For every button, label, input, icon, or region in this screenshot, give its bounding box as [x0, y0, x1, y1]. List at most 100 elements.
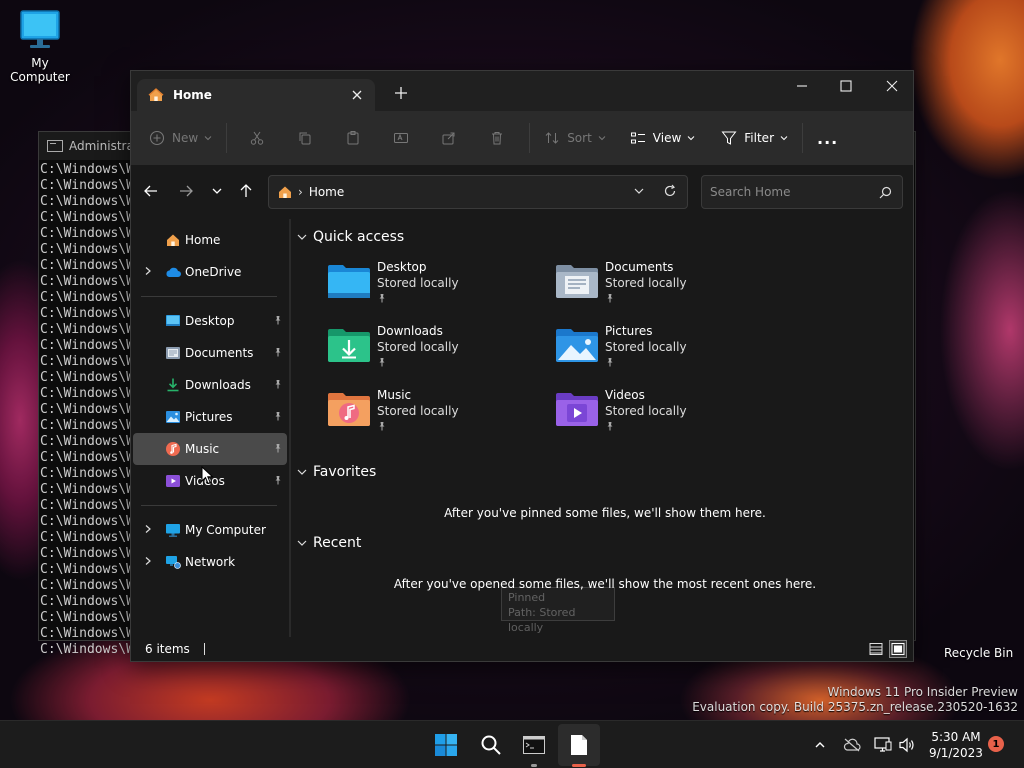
share-button[interactable]	[433, 122, 465, 154]
breadcrumb-home[interactable]: Home	[309, 185, 344, 199]
close-tab-icon[interactable]	[349, 87, 365, 103]
taskbar: 5:30 AM 9/1/2023 1	[0, 720, 1024, 768]
favorites-header[interactable]: Favorites	[297, 464, 376, 480]
tooltip-line-2: Path: Stored locally	[508, 606, 576, 634]
new-button[interactable]: New	[149, 122, 212, 154]
quick-access-item-music[interactable]: Music Stored locally	[297, 387, 507, 443]
recent-header[interactable]: Recent	[297, 535, 361, 551]
pin-icon[interactable]	[273, 379, 283, 389]
quick-access-item-pictures[interactable]: Pictures Stored locally	[525, 323, 735, 379]
nav-divider	[141, 296, 277, 297]
tab-home-label: Home	[173, 88, 212, 102]
breadcrumb-separator-icon[interactable]: ›	[298, 185, 303, 199]
desktop-my-computer-label: My Computer	[10, 56, 70, 84]
address-dropdown-icon[interactable]	[633, 185, 645, 197]
nav-item-pictures[interactable]: Pictures	[133, 401, 287, 433]
nav-item-downloads[interactable]: Downloads	[133, 369, 287, 401]
nav-item-onedrive-label: OneDrive	[185, 265, 242, 279]
pictures-folder-large-icon	[555, 327, 599, 363]
quick-access-item-documents[interactable]: Documents Stored locally	[525, 259, 735, 315]
tiles-view-toggle[interactable]	[889, 640, 907, 658]
desktop-recycle-bin-label[interactable]: Recycle Bin	[944, 646, 1013, 660]
pin-icon[interactable]	[273, 347, 283, 357]
more-options-button[interactable]: ...	[817, 122, 838, 154]
file-explorer-window[interactable]: Home New Sort View Filter ... › Home Sea…	[130, 70, 914, 662]
desktop-my-computer[interactable]: My Computer	[0, 8, 80, 84]
copy-button[interactable]	[289, 122, 321, 154]
recent-locations-button[interactable]	[205, 179, 229, 203]
search-box[interactable]	[701, 175, 903, 209]
pin-icon[interactable]	[273, 411, 283, 421]
pin-icon[interactable]	[273, 315, 283, 325]
start-button[interactable]	[425, 721, 467, 768]
monitor-icon	[18, 8, 62, 52]
nav-item-home[interactable]: Home	[133, 224, 287, 256]
nav-item-my-computer-label: My Computer	[185, 523, 266, 537]
taskbar-explorer-app[interactable]	[558, 724, 600, 767]
new-button-label: New	[172, 131, 199, 145]
new-tab-icon[interactable]	[393, 85, 409, 101]
refresh-icon[interactable]	[663, 184, 677, 198]
address-bar[interactable]: › Home	[268, 175, 688, 209]
chevron-down-icon	[204, 136, 212, 141]
chevron-right-icon[interactable]	[143, 266, 153, 276]
search-icon[interactable]	[879, 186, 892, 199]
show-hidden-icons-button[interactable]	[808, 721, 832, 768]
nav-item-documents[interactable]: Documents	[133, 337, 287, 369]
favorites-empty-message: After you've pinned some files, we'll sh…	[444, 506, 766, 520]
pane-splitter[interactable]	[289, 219, 291, 637]
more-options-label: ...	[817, 128, 839, 148]
cut-button[interactable]	[241, 122, 273, 154]
chevron-down-icon	[297, 469, 307, 475]
taskbar-search-button[interactable]	[470, 721, 512, 768]
taskbar-terminal-app[interactable]	[513, 721, 555, 768]
maximize-button[interactable]	[823, 71, 869, 101]
quick-access-item-location: Stored locally	[377, 340, 459, 354]
back-button[interactable]	[139, 179, 163, 203]
nav-item-onedrive[interactable]: OneDrive	[133, 256, 287, 288]
forward-button[interactable]	[174, 179, 198, 203]
up-button[interactable]	[234, 179, 258, 203]
quick-access-item-desktop[interactable]: Desktop Stored locally	[297, 259, 507, 315]
chevron-right-icon[interactable]	[143, 556, 153, 566]
content-area: Quick access Desktop Stored locally Docume…	[297, 219, 913, 637]
pin-icon[interactable]	[273, 443, 283, 453]
command-bar: New Sort View Filter ...	[131, 111, 913, 165]
rename-button[interactable]	[385, 122, 417, 154]
volume-tray-icon[interactable]	[896, 721, 918, 768]
paste-button[interactable]	[337, 122, 369, 154]
onedrive-tray-icon[interactable]	[840, 721, 864, 768]
clock-date: 9/1/2023	[929, 746, 983, 760]
chevron-down-icon	[297, 234, 307, 240]
delete-button[interactable]	[481, 122, 513, 154]
view-button[interactable]: View	[630, 122, 695, 154]
watermark-line-2: Evaluation copy. Build 25375.zn_release.…	[692, 700, 1018, 714]
document-icon	[571, 735, 587, 755]
quick-access-item-name: Videos	[605, 388, 645, 402]
share-icon	[442, 132, 455, 145]
nav-item-network[interactable]: Network	[133, 546, 287, 578]
nav-item-my-computer[interactable]: My Computer	[133, 514, 287, 546]
quick-access-header[interactable]: Quick access	[297, 229, 404, 245]
pin-icon[interactable]	[273, 475, 283, 485]
quick-access-item-downloads[interactable]: Downloads Stored locally	[297, 323, 507, 379]
chevron-right-icon[interactable]	[143, 524, 153, 534]
nav-item-music[interactable]: Music	[133, 433, 287, 465]
sort-button[interactable]: Sort	[544, 122, 606, 154]
notification-badge[interactable]: 1	[988, 736, 1004, 752]
search-input[interactable]	[710, 185, 870, 199]
details-view-icon	[869, 643, 883, 655]
quick-access-item-videos[interactable]: Videos Stored locally	[525, 387, 735, 443]
system-clock[interactable]: 5:30 AM 9/1/2023	[920, 729, 992, 761]
details-view-toggle[interactable]	[867, 640, 885, 658]
filter-button[interactable]: Filter	[721, 122, 788, 154]
tab-home[interactable]: Home	[137, 79, 375, 111]
nav-item-desktop[interactable]: Desktop	[133, 305, 287, 337]
network-tray-icon[interactable]	[872, 721, 894, 768]
arrow-left-icon	[144, 185, 157, 197]
minimize-button[interactable]	[779, 71, 825, 101]
clipboard-icon	[347, 131, 359, 145]
quick-access-item-location: Stored locally	[377, 276, 459, 290]
close-window-button[interactable]	[869, 71, 915, 101]
address-row: › Home	[131, 165, 913, 219]
